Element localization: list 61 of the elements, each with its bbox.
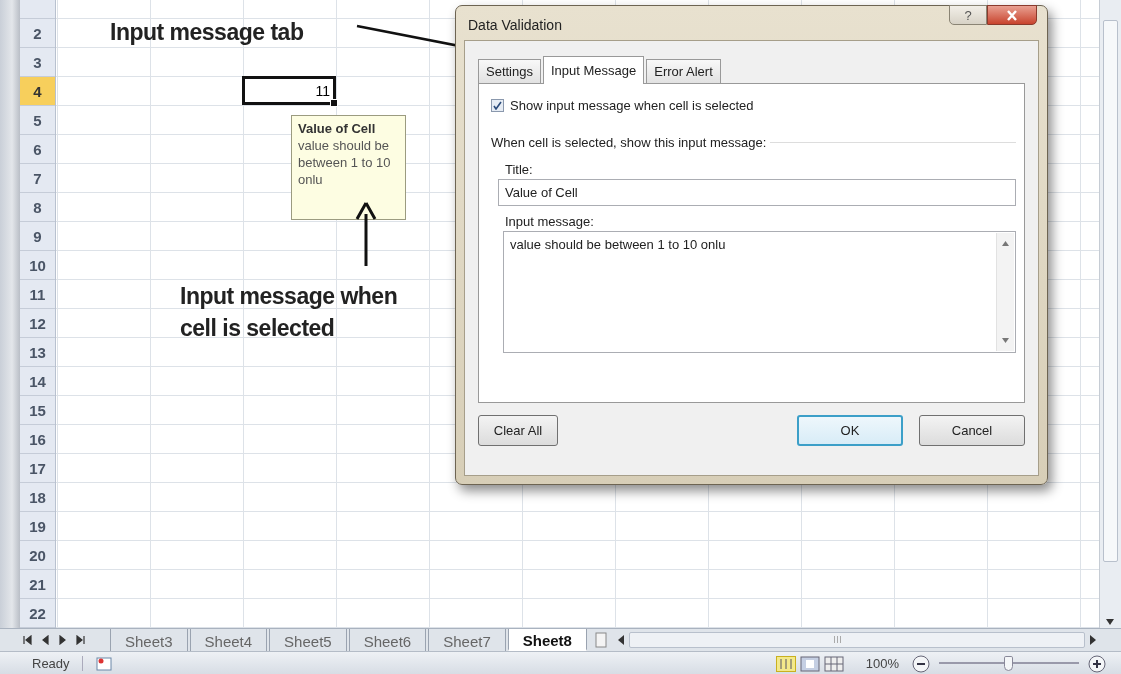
row-header[interactable]: 17: [20, 454, 55, 483]
dialog-tab[interactable]: Settings: [478, 59, 541, 83]
zoom-in-icon[interactable]: [1087, 653, 1107, 674]
tooltip-message: value should be between 1 to 10 onlu: [298, 138, 391, 187]
row-header[interactable]: 8: [20, 193, 55, 222]
scroll-down-icon[interactable]: [1105, 618, 1115, 626]
checkbox[interactable]: [491, 99, 504, 112]
scroll-left-icon[interactable]: [616, 635, 625, 645]
zoom-slider-thumb[interactable]: [1004, 656, 1013, 671]
vertical-scrollbar[interactable]: [1099, 0, 1121, 628]
sheet-tab[interactable]: Sheet8: [507, 629, 587, 651]
row-header[interactable]: 20: [20, 541, 55, 570]
page-layout-icon[interactable]: [799, 655, 820, 672]
page-break-icon[interactable]: [823, 655, 844, 672]
zoom-level: 100%: [865, 656, 899, 671]
row-header[interactable]: 12: [20, 309, 55, 338]
row-header[interactable]: 10: [20, 251, 55, 280]
row-header[interactable]: 21: [20, 570, 55, 599]
field-label: Title:: [505, 162, 534, 177]
previous-sheet-icon[interactable]: [40, 635, 50, 645]
row-header[interactable]: 6: [20, 135, 55, 164]
input-message-field[interactable]: value should be between 1 to 10 onlu: [503, 231, 1016, 353]
dialog-button[interactable]: Clear All: [478, 415, 558, 446]
row-header[interactable]: 14: [20, 367, 55, 396]
row-header[interactable]: 11: [20, 280, 55, 309]
row-header[interactable]: 15: [20, 396, 55, 425]
tooltip-title: Value of Cell: [298, 120, 377, 137]
annotation-text: Input message when cell is selected: [180, 282, 399, 343]
dialog-button[interactable]: Cancel: [919, 415, 1025, 446]
row-header[interactable]: 13: [20, 338, 55, 367]
scroll-right-icon[interactable]: [1089, 635, 1097, 645]
close-button[interactable]: [987, 5, 1037, 25]
first-sheet-icon[interactable]: [22, 635, 32, 645]
active-cell[interactable]: 11: [242, 76, 336, 105]
title-field[interactable]: Value of Cell: [498, 179, 1016, 206]
row-header[interactable]: 5: [20, 106, 55, 135]
horizontal-scrollbar[interactable]: [628, 632, 1085, 648]
section-label: When cell is selected, show this input message:: [491, 135, 767, 150]
annotation-arrow: [355, 202, 377, 266]
row-header[interactable]: 16: [20, 425, 55, 454]
last-sheet-icon[interactable]: [76, 635, 86, 645]
row-header[interactable]: 4: [20, 77, 55, 106]
macro-record-icon[interactable]: [94, 655, 113, 672]
annotation-text: Input message tab: [110, 19, 304, 46]
checkbox-label[interactable]: Show input message when cell is selected: [510, 98, 754, 113]
dialog-tab[interactable]: Input Message: [543, 56, 645, 84]
dialog-tab[interactable]: Error Alert: [646, 59, 721, 83]
close-icon: [1006, 9, 1018, 21]
next-sheet-icon[interactable]: [58, 635, 68, 645]
scroll-up-icon[interactable]: [1002, 241, 1009, 246]
zoom-out-icon[interactable]: [911, 653, 931, 674]
row-header[interactable]: 18: [20, 483, 55, 512]
dialog-title: Data Validation: [467, 16, 562, 33]
help-button[interactable]: ?: [949, 5, 987, 25]
status-text: Ready: [32, 656, 83, 671]
row-header[interactable]: 19: [20, 512, 55, 541]
row-header[interactable]: 9: [20, 222, 55, 251]
row-header[interactable]: 2: [20, 19, 55, 48]
field-label: Input message:: [505, 214, 595, 229]
row-header[interactable]: 7: [20, 164, 55, 193]
dialog-button[interactable]: OK: [797, 415, 903, 446]
